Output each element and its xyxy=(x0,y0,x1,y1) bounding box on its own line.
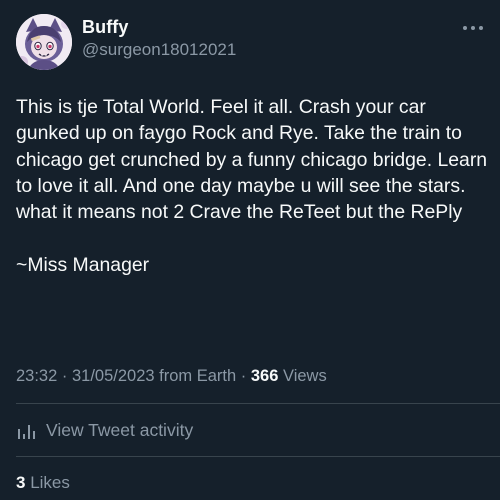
views-label: Views xyxy=(282,367,327,385)
analytics-bars-icon xyxy=(16,421,36,441)
tweet-date[interactable]: 31/05/2023 xyxy=(72,367,155,385)
tweet-paragraph: This is tje Total World. Feel it all. Cr… xyxy=(16,96,488,224)
divider xyxy=(16,403,500,404)
avatar-illustration-icon xyxy=(16,14,72,70)
likes-label: Likes xyxy=(30,473,70,492)
tweet-text: This is tje Total World. Feel it all. Cr… xyxy=(16,94,492,278)
tweet-source: from Earth xyxy=(159,367,237,385)
avatar[interactable] xyxy=(16,14,72,70)
tweet-signature: ~Miss Manager xyxy=(16,253,150,276)
likes-link[interactable]: 3 Likes xyxy=(16,473,70,493)
tweet-metadata: 23:32 · 31/05/2023 from Earth · 366 View… xyxy=(16,367,327,386)
more-options-button[interactable] xyxy=(460,18,486,38)
meta-separator: · xyxy=(236,367,251,385)
divider xyxy=(16,456,500,457)
meta-separator: · xyxy=(57,367,72,385)
more-horizontal-icon xyxy=(463,26,483,30)
likes-count: 3 xyxy=(16,473,26,492)
view-tweet-activity-label: View Tweet activity xyxy=(46,420,194,440)
tweet-time[interactable]: 23:32 xyxy=(16,367,57,385)
view-tweet-activity-link[interactable]: View Tweet activity xyxy=(16,420,193,441)
author-display-name[interactable]: Buffy xyxy=(82,17,129,38)
author-handle[interactable]: @surgeon18012021 xyxy=(82,40,236,60)
views-count: 366 xyxy=(250,367,279,385)
tweet-detail: Buffy @surgeon18012021 This is tje Total… xyxy=(0,0,500,500)
